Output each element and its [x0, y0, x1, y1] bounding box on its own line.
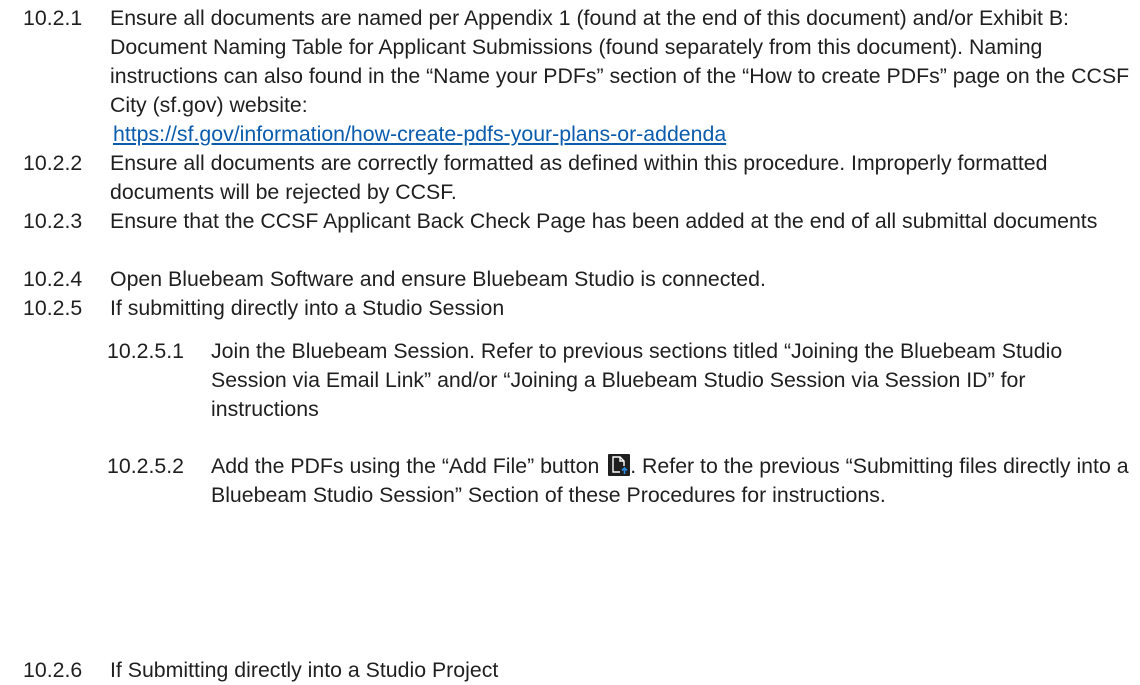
item-text: If submitting directly into a Studio Ses… [110, 296, 505, 320]
subitem-number: 10.2.5.1 [107, 339, 184, 363]
item-body: Ensure all documents are named per Appen… [110, 6, 1130, 117]
item-text: If Submitting directly into a Studio Pro… [110, 658, 499, 682]
item-number: 10.2.4 [23, 267, 83, 291]
subitem-text-before: Add the PDFs using the “Add File” button [211, 454, 600, 478]
add-file-icon [608, 454, 631, 476]
subitem-text: Add the PDFs using the “Add File” button… [211, 452, 1137, 510]
list-item: 10.2.2 Ensure all documents are correctl… [23, 149, 1133, 207]
subitem-text: Join the Bluebeam Session. Refer to prev… [211, 339, 1063, 421]
list-item: 10.2.6 If Submitting directly into a Stu… [23, 656, 1133, 685]
list-item: 10.2.3 Ensure that the CCSF Applicant Ba… [23, 207, 1133, 236]
document-page: 10.2.1 Ensure all documents are named pe… [0, 0, 1140, 682]
list-item: 10.2.4 Open Bluebeam Software and ensure… [23, 265, 1133, 294]
sub-list-item: 10.2.5.2 Add the PDFs using the “Add Fil… [107, 452, 1137, 510]
list-item: 10.2.1 Ensure all documents are named pe… [23, 4, 1133, 149]
list-item: 10.2.5 If submitting directly into a Stu… [23, 294, 1133, 323]
item-text: Ensure all documents are correctly forma… [110, 151, 1048, 204]
item-number: 10.2.6 [23, 658, 83, 682]
item-text: Ensure that the CCSF Applicant Back Chec… [110, 209, 1098, 233]
sub-list-item: 10.2.5.1 Join the Bluebeam Session. Refe… [107, 337, 1137, 424]
item-number: 10.2.1 [23, 6, 83, 30]
item-text: Ensure all documents are named per Appen… [110, 4, 1133, 149]
item-number: 10.2.3 [23, 209, 83, 233]
item-text: Open Bluebeam Software and ensure Bluebe… [110, 267, 766, 291]
sf-gov-link[interactable]: https://sf.gov/information/how-create-pd… [113, 120, 726, 149]
subitem-number: 10.2.5.2 [107, 454, 184, 478]
item-number: 10.2.2 [23, 151, 83, 175]
item-number: 10.2.5 [23, 296, 83, 320]
